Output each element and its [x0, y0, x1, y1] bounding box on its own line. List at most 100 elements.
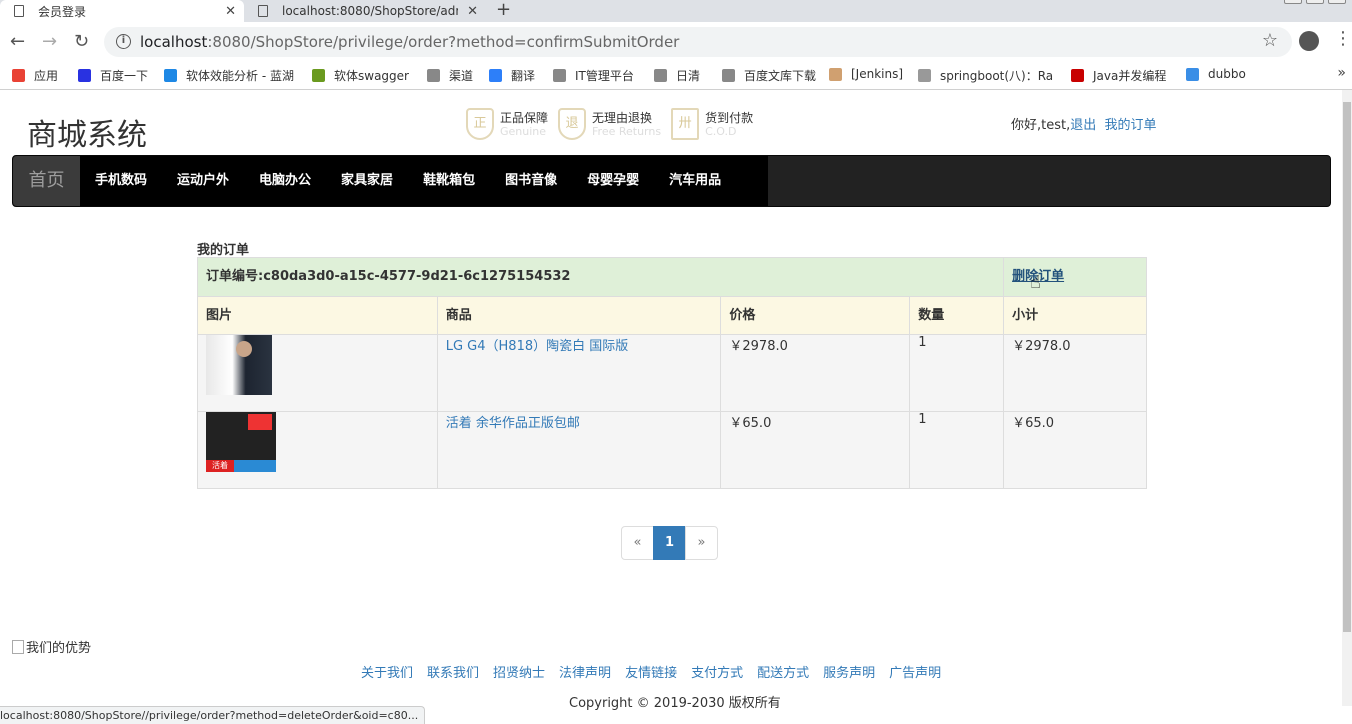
- my-orders-link[interactable]: 我的订单: [1105, 118, 1157, 133]
- nav-category-item[interactable]: 运动户外: [162, 156, 244, 206]
- footer-link[interactable]: 广告声明: [889, 662, 941, 681]
- bookmark-item[interactable]: dubbo: [1186, 67, 1246, 81]
- footer-link[interactable]: 联系我们: [427, 662, 479, 681]
- bookmark-item[interactable]: Java并发编程: [1071, 67, 1166, 84]
- copyright: Copyright © 2019-2030 版权所有: [569, 696, 781, 711]
- column-header-price: 价格: [720, 296, 911, 335]
- service-badges: 正 正品保障 Genuine 退 无理由退换 Free Returns 卅 货到…: [466, 108, 763, 140]
- star-icon[interactable]: ☆: [1262, 30, 1278, 51]
- reload-icon[interactable]: ↻: [74, 31, 89, 52]
- table-row: 活着 活着 余华作品正版包邮 ￥65.0 1 ￥65.0: [197, 411, 1147, 489]
- bookmark-item[interactable]: 渠道: [427, 67, 473, 84]
- window-controls: [1284, 0, 1346, 4]
- bookmark-item[interactable]: springboot(八)：Ra: [918, 67, 1053, 84]
- pagination: « 1 »: [621, 526, 718, 560]
- nav-category-item[interactable]: 电脑办公: [244, 156, 326, 206]
- page-icon: [427, 69, 440, 82]
- prev-page-button[interactable]: «: [621, 526, 654, 560]
- bookmark-label: 百度一下: [100, 69, 149, 83]
- url-text[interactable]: localhost:8080/ShopStore/privilege/order…: [140, 33, 679, 51]
- bookmark-item[interactable]: 百度文库下载: [722, 67, 816, 84]
- scrollbar-thumb[interactable]: [1343, 102, 1351, 632]
- maximize-button[interactable]: [1306, 0, 1324, 4]
- footer-link[interactable]: 支付方式: [691, 662, 743, 681]
- footer-link[interactable]: 法律声明: [559, 662, 611, 681]
- bookmark-label: IT管理平台: [575, 69, 634, 83]
- close-icon[interactable]: ✕: [467, 4, 478, 19]
- nav-category-item[interactable]: 汽车用品: [654, 156, 736, 206]
- bookmark-item[interactable]: 翻译: [489, 67, 535, 84]
- kebab-menu-icon[interactable]: ⋮: [1334, 30, 1352, 48]
- close-window-button[interactable]: [1328, 0, 1346, 4]
- tab-member-login[interactable]: 会员登录 ✕: [0, 0, 244, 22]
- product-price: ￥65.0: [720, 411, 911, 489]
- footer-link[interactable]: 关于我们: [361, 662, 413, 681]
- bookmark-item[interactable]: IT管理平台: [553, 67, 634, 84]
- nav-category-item[interactable]: 图书音像: [490, 156, 572, 206]
- nav-category-item[interactable]: 母婴孕婴: [572, 156, 654, 206]
- badge-title: 正品保障: [500, 110, 549, 125]
- badge-subtitle: C.O.D: [705, 124, 737, 138]
- nav-home[interactable]: 首页: [13, 156, 80, 206]
- bookmark-item[interactable]: 日清: [654, 67, 700, 84]
- swagger-icon: [312, 69, 325, 82]
- browser-tab-bar: 会员登录 ✕ localhost:8080/ShopStore/adm ✕ +: [0, 0, 1352, 22]
- footer-link[interactable]: 友情链接: [625, 662, 677, 681]
- csdn-icon: [1071, 69, 1084, 82]
- book-title-strip: 活着: [206, 460, 234, 472]
- badge-title: 货到付款: [705, 110, 754, 125]
- site-logo[interactable]: 商城系统: [27, 110, 147, 154]
- bookmark-item[interactable]: 软体效能分析 - 蓝湖: [164, 67, 294, 84]
- column-header-image: 图片: [197, 296, 438, 335]
- product-image-cell: [197, 334, 438, 412]
- translate-icon: [489, 69, 502, 82]
- badge-genuine: 正 正品保障 Genuine: [466, 108, 548, 140]
- book-price-strip: [234, 460, 276, 472]
- bookmark-item[interactable]: 应用: [12, 67, 58, 84]
- forward-arrow-icon[interactable]: →: [42, 31, 57, 52]
- order-header-row: 订单编号:c80da3d0-a15c-4577-9d21-6c127515453…: [196, 257, 1147, 297]
- new-tab-button[interactable]: +: [496, 0, 511, 22]
- badge-title: 无理由退换: [592, 110, 653, 125]
- bookmark-item[interactable]: [Jenkins]: [829, 67, 903, 81]
- lg-phone-image[interactable]: [206, 335, 272, 395]
- back-arrow-icon[interactable]: ←: [10, 31, 25, 52]
- broken-image-icon: [12, 639, 24, 654]
- footer-link[interactable]: 招贤纳士: [493, 662, 545, 681]
- bookmark-item[interactable]: 百度一下: [78, 67, 148, 84]
- badge-subtitle: Genuine: [500, 124, 547, 138]
- scrollbar[interactable]: [1342, 90, 1352, 706]
- order-number: 订单编号:c80da3d0-a15c-4577-9d21-6c127515453…: [196, 257, 1005, 297]
- product-link[interactable]: LG G4（H818）陶瓷白 国际版: [446, 339, 629, 354]
- account-icon[interactable]: [1299, 31, 1319, 51]
- close-icon[interactable]: ✕: [225, 4, 236, 19]
- product-subtotal: ￥65.0: [1003, 411, 1147, 489]
- info-icon[interactable]: i: [116, 34, 131, 49]
- minimize-button[interactable]: [1284, 0, 1302, 4]
- page-icon: [553, 69, 566, 82]
- nav-category-item[interactable]: 鞋靴箱包: [408, 156, 490, 206]
- nav-category-item[interactable]: 家具家居: [326, 156, 408, 206]
- advantage-image: 我们的优势: [12, 637, 91, 656]
- bookmarks-overflow-icon[interactable]: »: [1337, 65, 1346, 81]
- genuine-shield-icon: 正: [466, 108, 494, 140]
- table-row: LG G4（H818）陶瓷白 国际版 ￥2978.0 1 ￥2978.0: [197, 334, 1147, 412]
- next-page-button[interactable]: »: [685, 526, 718, 560]
- logout-link[interactable]: 退出: [1070, 118, 1096, 133]
- page-icon: [654, 69, 667, 82]
- footer-link[interactable]: 配送方式: [757, 662, 809, 681]
- bookmark-item[interactable]: 软体swagger: [312, 67, 409, 84]
- nav-category-item[interactable]: 手机数码: [80, 156, 162, 206]
- url-input[interactable]: i localhost:8080/ShopStore/privilege/ord…: [104, 27, 1292, 57]
- product-link[interactable]: 活着 余华作品正版包邮: [446, 416, 580, 431]
- footer-link[interactable]: 服务声明: [823, 662, 875, 681]
- tab-admin[interactable]: localhost:8080/ShopStore/adm ✕: [244, 0, 486, 22]
- bookmark-label: 软体效能分析 - 蓝湖: [186, 69, 294, 83]
- returns-shield-icon: 退: [558, 108, 587, 140]
- badge-subtitle: Free Returns: [592, 124, 662, 138]
- page-1-button[interactable]: 1: [653, 526, 686, 560]
- cod-gift-icon: 卅: [671, 108, 700, 140]
- product-image-cell: 活着: [197, 411, 438, 489]
- book-cover-image[interactable]: 活着: [206, 412, 276, 472]
- badge-free-returns: 退 无理由退换 Free Returns: [558, 108, 661, 140]
